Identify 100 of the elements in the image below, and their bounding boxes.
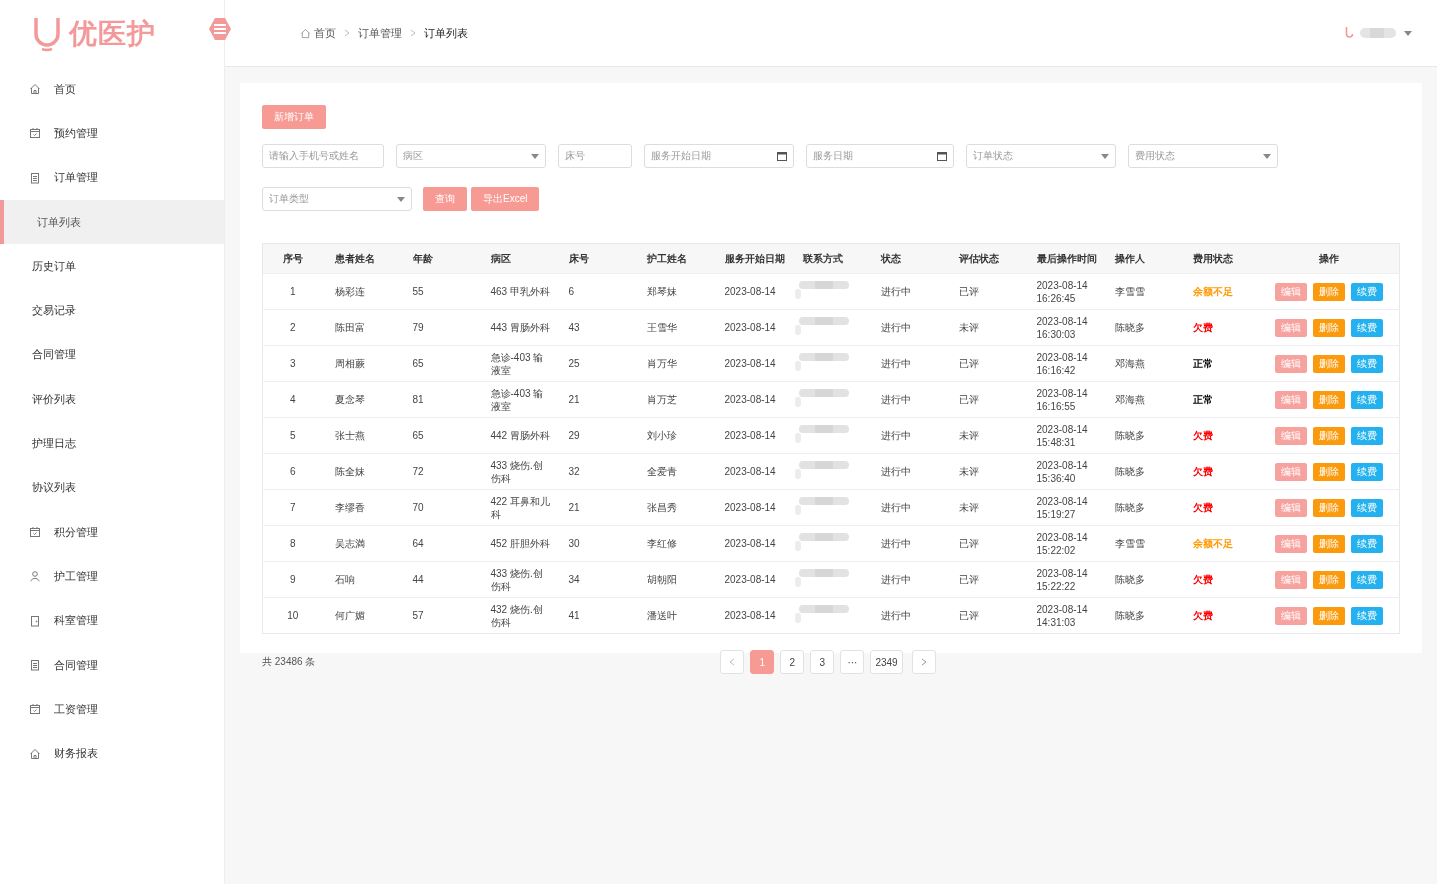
table-cell: 442 胃肠外科	[490, 430, 550, 441]
previous-page-button[interactable]	[720, 650, 745, 674]
renew-button[interactable]: 续费	[1350, 462, 1383, 481]
page-button[interactable]: 3	[810, 650, 835, 674]
delete-button[interactable]: 删除	[1312, 390, 1345, 409]
table-cell: 43	[568, 322, 580, 333]
page-button[interactable]: 2349	[870, 650, 903, 674]
breadcrumb-link[interactable]: 首页	[300, 25, 336, 41]
filter-field[interactable]: 请输入手机号或姓名	[262, 144, 384, 168]
breadcrumb-link[interactable]: 订单管理	[358, 25, 402, 41]
edit-button[interactable]: 编辑	[1274, 390, 1307, 409]
filter-field[interactable]: 费用状态	[1128, 144, 1278, 168]
edit-button[interactable]: 编辑	[1274, 498, 1307, 517]
page-button[interactable]: 2	[780, 650, 805, 674]
edit-button[interactable]: 编辑	[1274, 534, 1307, 553]
delete-button[interactable]: 删除	[1312, 498, 1345, 517]
sidebar-item[interactable]: 工资管理	[0, 687, 224, 732]
sidebar-item[interactable]: 科室管理	[0, 598, 224, 643]
sidebar-item[interactable]: 评价列表	[0, 377, 224, 422]
delete-button[interactable]: 删除	[1312, 354, 1345, 373]
sidebar-item[interactable]: 积分管理	[0, 509, 224, 555]
delete-button[interactable]: 删除	[1312, 462, 1345, 481]
filter-field[interactable]: 订单类型	[262, 187, 412, 211]
column-header: 患者姓名	[334, 253, 375, 264]
sidebar-item[interactable]: 协议列表	[0, 465, 224, 510]
table-cell: 李红修	[646, 538, 677, 549]
edit-button[interactable]: 编辑	[1274, 570, 1307, 589]
renew-button[interactable]: 续费	[1350, 534, 1383, 553]
filter-field[interactable]: 服务日期	[806, 144, 954, 168]
table-cell: 已评	[958, 358, 979, 369]
blurred-phone-drawing	[794, 281, 851, 299]
logo-icon	[1345, 26, 1354, 40]
delete-button[interactable]: 删除	[1312, 570, 1345, 589]
logo-icon	[33, 15, 61, 52]
sidebar-item[interactable]: 订单列表	[0, 199, 224, 245]
chevron-right-icon	[920, 658, 927, 666]
page-button[interactable]: ···	[840, 650, 865, 674]
table-cell: 未评	[958, 430, 979, 441]
renew-button[interactable]: 续费	[1350, 570, 1383, 589]
filter-field[interactable]: 病区	[396, 144, 546, 168]
sidebar-item[interactable]: 财务报表	[0, 731, 224, 776]
edit-button[interactable]: 编辑	[1274, 426, 1307, 445]
renew-button[interactable]: 续费	[1350, 606, 1383, 625]
filter-field[interactable]: 床号	[558, 144, 632, 168]
column-header: 状态	[880, 253, 901, 264]
table-cell: 452 肝胆外科	[490, 538, 550, 549]
delete-button[interactable]: 删除	[1312, 606, 1345, 625]
table-cell: 2023-08-14 15:36:40	[1036, 459, 1088, 484]
sidebar-item[interactable]: 预约管理	[0, 111, 224, 156]
table-cell: 李雪雪	[1114, 538, 1145, 549]
caret-icon	[531, 153, 539, 159]
edit-button[interactable]: 编辑	[1274, 354, 1307, 373]
renew-button[interactable]: 续费	[1350, 390, 1383, 409]
caret-icon[interactable]	[1404, 30, 1412, 36]
edit-button[interactable]: 编辑	[1274, 606, 1307, 625]
table-cell: 55	[412, 286, 424, 297]
table-cell: 433 烧伤.创伤科	[490, 567, 543, 592]
page-button[interactable]: 1	[750, 650, 775, 674]
table-cell: 2023-08-14	[724, 538, 776, 549]
delete-button[interactable]: 删除	[1312, 534, 1345, 553]
table-cell: 32	[568, 466, 580, 477]
sidebar-item[interactable]: 合同管理	[0, 332, 224, 378]
caret-icon	[1263, 153, 1271, 159]
total-count: 共 23486 条	[262, 655, 316, 669]
edit-button[interactable]: 编辑	[1274, 462, 1307, 481]
sidebar-item[interactable]: 订单管理	[0, 155, 224, 200]
delete-button[interactable]: 删除	[1312, 318, 1345, 337]
sidebar-item[interactable]: 护理日志	[0, 421, 224, 466]
renew-button[interactable]: 续费	[1350, 318, 1383, 337]
sidebar-item[interactable]: 护工管理	[0, 554, 224, 599]
sidebar-item[interactable]: 首页	[0, 67, 224, 112]
filter-field[interactable]: 服务开始日期	[644, 144, 794, 168]
menu-icon[interactable]	[208, 17, 232, 41]
table-cell: 2023-08-14 15:22:02	[1036, 531, 1088, 556]
table-cell: 70	[412, 502, 424, 513]
add-order-button[interactable]: 新增订单	[262, 105, 326, 129]
fee-status: 正常	[1192, 394, 1213, 405]
blurred-phone-drawing	[794, 461, 851, 479]
renew-button[interactable]: 续费	[1350, 498, 1383, 517]
fee-status: 欠费	[1192, 610, 1213, 621]
table-cell: 周相蕨	[334, 358, 365, 369]
search-button[interactable]: 查询	[423, 187, 467, 211]
next-page-button[interactable]	[911, 650, 936, 674]
renew-button[interactable]: 续费	[1350, 426, 1383, 445]
table-cell: 10	[287, 610, 299, 621]
renew-button[interactable]: 续费	[1350, 282, 1383, 301]
sidebar-item[interactable]: 交易记录	[0, 288, 224, 333]
table-cell: 2023-08-14 14:31:03	[1036, 603, 1088, 628]
sidebar-item[interactable]: 合同管理	[0, 642, 224, 688]
table-cell: 2023-08-14	[724, 610, 776, 621]
edit-button[interactable]: 编辑	[1274, 282, 1307, 301]
breadcrumb-link[interactable]: 订单列表	[424, 25, 468, 41]
delete-button[interactable]: 删除	[1312, 426, 1345, 445]
export-button[interactable]: 导出Excel	[471, 187, 540, 211]
table-cell: 夏念琴	[334, 394, 365, 405]
renew-button[interactable]: 续费	[1350, 354, 1383, 373]
filter-field[interactable]: 订单状态	[966, 144, 1116, 168]
sidebar-item[interactable]: 历史订单	[0, 244, 224, 289]
edit-button[interactable]: 编辑	[1274, 318, 1307, 337]
delete-button[interactable]: 删除	[1312, 282, 1345, 301]
